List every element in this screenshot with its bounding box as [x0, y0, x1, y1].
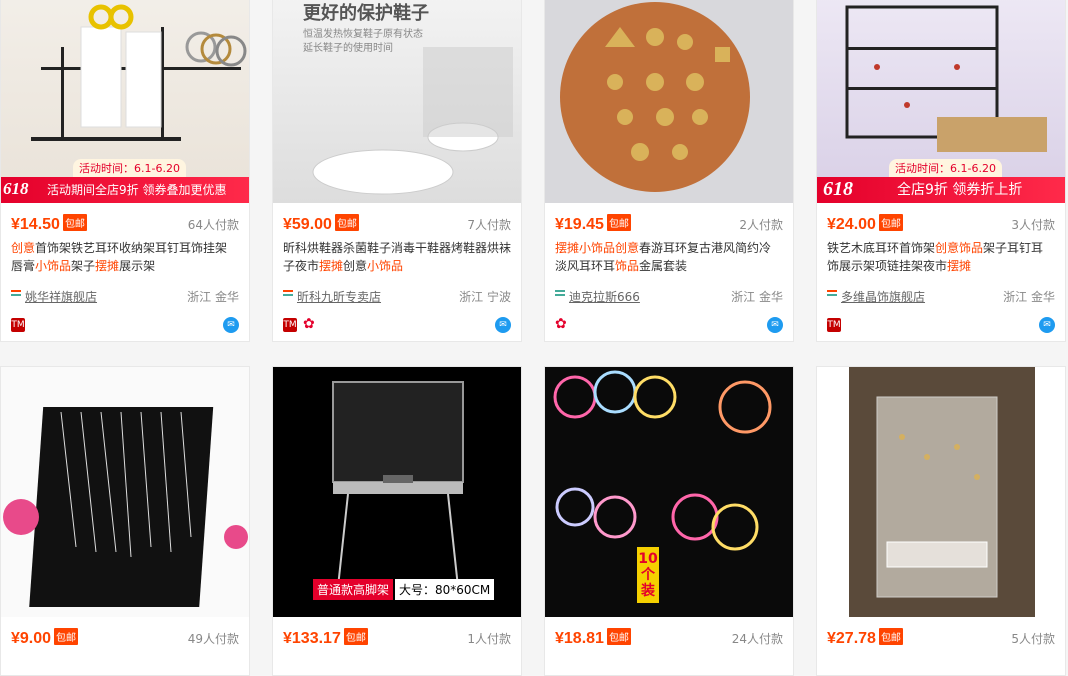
product-image[interactable]: 活动时间：6.1-6.20 618 活动期间全店9折 领券叠加更优惠 [1, 0, 249, 203]
shop-icon [555, 290, 565, 300]
sales-count: 1人付款 [467, 632, 511, 646]
tag-618: 618 [3, 179, 29, 198]
product-card[interactable]: 活动时间：6.1-6.20 618 全店9折 领券折上折 ¥24.00 包邮 3人… [816, 0, 1066, 342]
shop-icon [11, 290, 21, 300]
free-shipping-badge: 包邮 [878, 214, 903, 231]
overlay-label: 普通款高脚架 [313, 579, 394, 600]
overlay-label: 大号：80*60CM [395, 579, 495, 600]
shop-link[interactable]: 多维晶饰旗舰店 [841, 288, 925, 305]
wangwang-chat-icon[interactable]: ✉ [767, 317, 783, 333]
sales-count: 7人付款 [467, 218, 511, 232]
price: ¥24.00 包邮 [827, 214, 903, 233]
wangwang-chat-icon[interactable]: ✉ [495, 317, 511, 333]
balloons-illustration [553, 370, 772, 551]
sales-count: 3人付款 [1011, 218, 1055, 232]
tmall-icon[interactable]: TM [11, 318, 25, 332]
tmall-icon[interactable]: TM [827, 318, 841, 332]
flower-icon: ✿ [303, 316, 315, 332]
free-shipping-badge: 包邮 [343, 628, 368, 645]
shop-icon [283, 290, 293, 300]
price: ¥18.81 包邮 [555, 628, 631, 647]
product-title[interactable]: 创意首饰架铁艺耳环收纳架耳钉耳饰挂架唇膏小饰品架子摆摊展示架 [11, 239, 239, 277]
product-card[interactable]: 10个装 ¥18.81 包邮 24人付款 [544, 366, 794, 676]
product-card[interactable]: 更好的保护鞋子 恒温发热恢复鞋子原有状态 延长鞋子的使用时间 ¥59.00 包邮 … [272, 0, 522, 342]
free-shipping-badge: 包邮 [334, 214, 359, 231]
wangwang-chat-icon[interactable]: ✉ [1039, 317, 1055, 333]
product-card[interactable]: ¥19.45 包邮 2人付款 摆摊小饰品创意春游耳环复古港风简约冷淡风耳环耳饰品金… [544, 0, 794, 342]
free-shipping-badge: 包邮 [606, 628, 631, 645]
product-image[interactable] [1, 367, 249, 617]
shop-icon [827, 290, 837, 300]
product-title[interactable]: 昕科烘鞋器杀菌鞋子消毒干鞋器烤鞋器烘袜子夜市摆摊创意小饰品 [283, 239, 511, 277]
shop-link[interactable]: 迪克拉斯666 [569, 288, 640, 305]
product-card[interactable]: ¥9.00 包邮 49人付款 [0, 366, 250, 676]
sales-count: 24人付款 [731, 632, 783, 646]
price: ¥27.78 包邮 [827, 628, 903, 647]
product-image[interactable]: 10个装 [545, 367, 793, 617]
product-image[interactable] [817, 367, 1065, 617]
overlay-count: 10个装 [637, 547, 659, 603]
wangwang-chat-icon[interactable]: ✉ [223, 317, 239, 333]
shoe-illustration [312, 47, 513, 195]
price: ¥14.50 包邮 [11, 214, 87, 233]
sales-count: 5人付款 [1011, 632, 1055, 646]
free-shipping-badge: 包邮 [62, 214, 87, 231]
tag-618: 618 [823, 178, 853, 200]
price: ¥133.17 包邮 [283, 628, 368, 647]
product-title[interactable]: 摆摊小饰品创意春游耳环复古港风简约冷淡风耳环耳饰品金属套装 [555, 239, 783, 277]
product-title[interactable]: 铁艺木底耳环首饰架创意饰品架子耳钉耳饰展示架项链挂架夜市摆摊 [827, 239, 1055, 277]
tmall-icon[interactable]: TM [283, 318, 297, 332]
price: ¥9.00 包邮 [11, 628, 79, 647]
sales-count: 2人付款 [739, 218, 783, 232]
free-shipping-badge: 包邮 [606, 214, 631, 231]
shop-link[interactable]: 姚华祥旗舰店 [25, 288, 97, 305]
promo-banner: 618 活动期间全店9折 领券叠加更优惠 [1, 177, 249, 203]
price: ¥59.00 包邮 [283, 214, 359, 233]
product-image[interactable]: 普通款高脚架 大号：80*60CM [273, 367, 521, 617]
product-image[interactable] [545, 0, 793, 203]
earrings-illustration [560, 2, 750, 192]
product-card[interactable]: 普通款高脚架 大号：80*60CM ¥133.17 包邮 1人付款 [272, 366, 522, 676]
promo-text: 活动期间全店9折 领券叠加更优惠 [47, 183, 227, 197]
location: 浙江 金华 [1003, 290, 1055, 304]
free-shipping-badge: 包邮 [878, 628, 903, 645]
location: 浙江 金华 [187, 290, 239, 304]
product-card[interactable]: ¥27.78 包邮 5人付款 [816, 366, 1066, 676]
price: ¥19.45 包邮 [555, 214, 631, 233]
promo-banner: 618 全店9折 领券折上折 [817, 177, 1065, 203]
flower-icon: ✿ [555, 316, 567, 332]
product-image[interactable]: 活动时间：6.1-6.20 618 全店9折 领券折上折 [817, 0, 1065, 203]
acrylic-box-illustration [849, 367, 1035, 617]
product-card[interactable]: 活动时间：6.1-6.20 618 活动期间全店9折 领券叠加更优惠 ¥14.5… [0, 0, 250, 342]
location: 浙江 宁波 [459, 290, 511, 304]
shop-link[interactable]: 昕科九昕专卖店 [297, 288, 381, 305]
necklace-board-illustration [3, 407, 248, 607]
sales-count: 64人付款 [187, 218, 239, 232]
sales-count: 49人付款 [187, 632, 239, 646]
free-shipping-badge: 包邮 [54, 628, 79, 645]
promo-time: 活动时间：6.1-6.20 [889, 159, 1002, 177]
product-image[interactable]: 更好的保护鞋子 恒温发热恢复鞋子原有状态 延长鞋子的使用时间 [273, 0, 521, 203]
promo-time: 活动时间：6.1-6.20 [73, 159, 186, 177]
promo-text: 全店9折 领券折上折 [897, 182, 1023, 198]
location: 浙江 金华 [731, 290, 783, 304]
